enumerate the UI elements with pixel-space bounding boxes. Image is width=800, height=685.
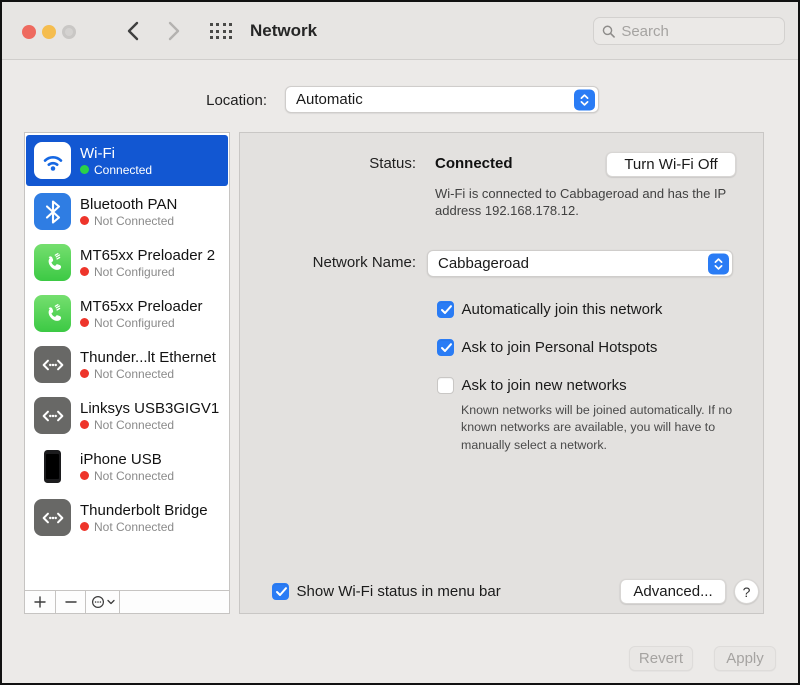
join-note: Known networks will be joined automatica… <box>461 402 751 454</box>
stepper-icon <box>708 253 729 274</box>
remove-service-button[interactable] <box>56 591 86 613</box>
add-service-button[interactable] <box>25 591 56 613</box>
sidebar-toolbar <box>25 590 229 613</box>
wifi-icon <box>34 142 71 179</box>
check-icon <box>440 342 453 354</box>
checkbox-auto-join[interactable]: Automatically join this network <box>437 301 662 318</box>
status-dot <box>80 267 89 276</box>
checkbox-new-networks[interactable]: Ask to join new networks <box>437 377 627 394</box>
network-name-dropdown[interactable]: Cabbageroad <box>427 250 733 277</box>
more-options-button[interactable] <box>86 591 120 613</box>
checkbox-box[interactable] <box>437 339 454 356</box>
checkbox-personal-hotspots[interactable]: Ask to join Personal Hotspots <box>437 339 657 356</box>
checkbox-box[interactable] <box>272 583 289 600</box>
service-name: Thunder...lt Ethernet <box>80 349 216 366</box>
service-name: Bluetooth PAN <box>80 196 177 213</box>
location-label: Location: <box>2 92 267 109</box>
status-dot <box>80 471 89 480</box>
checkbox-box[interactable] <box>437 377 454 394</box>
show-all-grid-icon[interactable] <box>210 23 233 40</box>
service-status: Not Connected <box>94 469 174 483</box>
sidebar-item-linksys-usb3gigv1[interactable]: Linksys USB3GIGV1 Not Connected <box>26 390 228 441</box>
checkbox-label: Show Wi-Fi status in menu bar <box>297 583 501 600</box>
minimize-button[interactable] <box>42 25 56 39</box>
service-status: Not Configured <box>94 316 175 330</box>
advanced-button[interactable]: Advanced... <box>620 579 726 604</box>
chevron-down-icon <box>107 599 115 605</box>
service-name: Linksys USB3GIGV1 <box>80 400 219 417</box>
checkbox-menu-bar[interactable]: Show Wi-Fi status in menu bar <box>272 583 501 600</box>
service-status: Not Configured <box>94 265 175 279</box>
checkbox-label: Automatically join this network <box>462 301 663 318</box>
service-status: Not Connected <box>94 367 174 381</box>
services-sidebar: Wi-Fi Connected Bluetooth PAN Not Connec… <box>24 132 230 614</box>
service-name: MT65xx Preloader <box>80 298 203 315</box>
minus-icon <box>65 596 77 608</box>
phone-icon <box>34 244 71 281</box>
service-name: MT65xx Preloader 2 <box>80 247 215 264</box>
checkbox-box[interactable] <box>437 301 454 318</box>
forward-button[interactable] <box>162 19 186 43</box>
checkbox-label: Ask to join Personal Hotspots <box>462 339 658 356</box>
network-preferences-window: Network Location: Automatic Wi-Fi Connec… <box>0 0 800 685</box>
service-name: Thunderbolt Bridge <box>80 502 208 519</box>
ethernet-icon <box>34 397 71 434</box>
zoom-button-disabled <box>62 25 76 39</box>
ethernet-icon <box>34 499 71 536</box>
sidebar-item-mt65xx-preloader[interactable]: MT65xx Preloader Not Configured <box>26 288 228 339</box>
wifi-detail-panel: Status: Connected Turn Wi-Fi Off Wi-Fi i… <box>239 132 764 614</box>
status-dot <box>80 369 89 378</box>
checkbox-label: Ask to join new networks <box>462 377 627 394</box>
search-field[interactable] <box>593 17 785 45</box>
service-status: Not Connected <box>94 418 174 432</box>
sidebar-item-thunderbolt-ethernet[interactable]: Thunder...lt Ethernet Not Connected <box>26 339 228 390</box>
ellipsis-circle-icon <box>91 595 105 609</box>
close-button[interactable] <box>22 25 36 39</box>
search-icon <box>602 24 615 39</box>
chevron-left-icon <box>126 21 139 41</box>
status-value: Connected <box>435 155 513 172</box>
service-name: iPhone USB <box>80 451 174 468</box>
check-icon <box>275 586 288 598</box>
ethernet-icon <box>34 346 71 383</box>
turn-wifi-off-button[interactable]: Turn Wi-Fi Off <box>606 152 736 177</box>
chevron-right-icon <box>168 21 181 41</box>
service-status: Not Connected <box>94 520 174 534</box>
status-dot <box>80 318 89 327</box>
sidebar-item-thunderbolt-bridge[interactable]: Thunderbolt Bridge Not Connected <box>26 492 228 543</box>
location-dropdown[interactable]: Automatic <box>285 86 599 113</box>
status-dot <box>80 216 89 225</box>
sidebar-item-mt65xx-preloader-2[interactable]: MT65xx Preloader 2 Not Configured <box>26 237 228 288</box>
back-button[interactable] <box>120 19 144 43</box>
check-icon <box>440 304 453 316</box>
status-dot <box>80 420 89 429</box>
network-name-label: Network Name: <box>240 254 416 271</box>
status-dot <box>80 522 89 531</box>
service-status: Not Connected <box>94 214 174 228</box>
service-status: Connected <box>94 163 152 177</box>
iphone-icon <box>34 448 71 485</box>
phone-icon <box>34 295 71 332</box>
status-description: Wi-Fi is connected to Cabbageroad and ha… <box>435 185 730 219</box>
sidebar-item-wifi[interactable]: Wi-Fi Connected <box>26 135 228 186</box>
apply-button[interactable]: Apply <box>714 646 776 671</box>
status-label: Status: <box>240 155 416 172</box>
revert-button[interactable]: Revert <box>629 646 693 671</box>
search-input[interactable] <box>621 23 776 40</box>
window-title: Network <box>250 21 317 41</box>
help-button[interactable]: ? <box>734 579 759 604</box>
plus-icon <box>34 596 46 608</box>
stepper-icon <box>574 89 595 110</box>
bluetooth-icon <box>34 193 71 230</box>
service-name: Wi-Fi <box>80 145 152 162</box>
sidebar-item-bluetooth-pan[interactable]: Bluetooth PAN Not Connected <box>26 186 228 237</box>
title-bar: Network <box>2 2 798 60</box>
status-dot <box>80 165 89 174</box>
network-name-value: Cabbageroad <box>438 255 529 272</box>
sidebar-item-iphone-usb[interactable]: iPhone USB Not Connected <box>26 441 228 492</box>
location-value: Automatic <box>296 91 363 108</box>
